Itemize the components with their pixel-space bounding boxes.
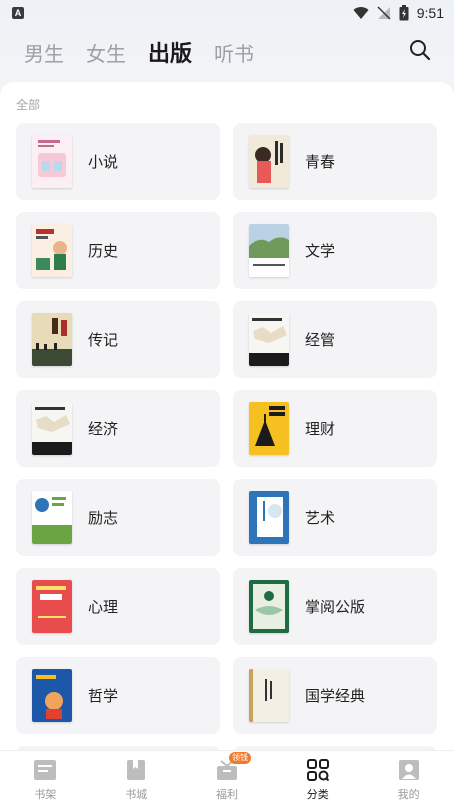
nav-profile[interactable]: 我的: [369, 758, 449, 802]
book-cover-image: [32, 313, 72, 366]
clock: 9:51: [416, 5, 444, 21]
book-cover-image: [249, 313, 289, 366]
bookstore-icon: [125, 758, 147, 782]
category-card-chinese-classics[interactable]: 国学经典: [233, 657, 437, 734]
book-cover-image: [249, 491, 289, 544]
book-cover-image: [249, 135, 289, 188]
nav-label: 分类: [306, 787, 329, 801]
category-grid: 小说 青春 历史 文学 传记 经管 经济 理财 励志 艺术 心理 掌阅公版 哲学…: [16, 123, 437, 750]
category-label: 青春: [305, 153, 336, 171]
category-card-economics[interactable]: 经济: [16, 390, 220, 467]
nav-bookstore[interactable]: 书城: [96, 758, 176, 802]
nav-category[interactable]: 分类: [278, 758, 358, 802]
welfare-badge: 领钱: [228, 751, 251, 764]
profile-icon: [398, 758, 420, 782]
category-card-inspiration[interactable]: 励志: [16, 479, 220, 556]
book-cover-image: [32, 135, 72, 188]
nav-label: 福利: [215, 787, 238, 801]
category-label: 励志: [88, 509, 119, 527]
category-card-biography[interactable]: 传记: [16, 301, 220, 378]
book-cover-image: [249, 580, 289, 633]
book-cover-image: [32, 402, 72, 455]
bottom-navigation: 书架 书城 领钱 福利 分类 我的: [0, 750, 454, 808]
category-panel: 全部 小说 青春 历史 文学 传记 经管 经济 理财 励志 艺术 心理 掌阅公版…: [0, 82, 454, 750]
search-icon: [409, 39, 431, 65]
category-label: 历史: [88, 242, 119, 260]
category-label: 小说: [88, 153, 119, 171]
nav-label: 书城: [125, 787, 148, 801]
no-signal-icon: [377, 6, 391, 20]
category-card-management[interactable]: 经管: [233, 301, 437, 378]
category-label: 心理: [88, 598, 119, 616]
category-card-youth[interactable]: 青春: [233, 123, 437, 200]
book-cover-image: [32, 669, 72, 722]
book-cover-image: [32, 580, 72, 633]
category-card-art[interactable]: 艺术: [233, 479, 437, 556]
wifi-icon: [353, 6, 369, 20]
status-bar: A 9:51: [0, 0, 454, 26]
category-label: 哲学: [88, 687, 119, 705]
category-label: 国学经典: [305, 687, 366, 705]
nav-welfare[interactable]: 领钱 福利: [187, 751, 267, 802]
category-card-philosophy[interactable]: 哲学: [16, 657, 220, 734]
tab-publish[interactable]: 出版: [148, 36, 192, 68]
app-notification-icon: A: [12, 7, 24, 19]
nav-bookshelf[interactable]: 书架: [5, 758, 85, 802]
category-label: 理财: [305, 420, 336, 438]
book-cover-image: [32, 491, 72, 544]
category-label: 文学: [305, 242, 336, 260]
category-card-finance[interactable]: 理财: [233, 390, 437, 467]
channel-tabs: 男生 女生 出版 听书: [0, 30, 454, 74]
book-cover-image: [32, 224, 72, 277]
nav-label: 我的: [397, 787, 420, 801]
battery-icon: [399, 5, 409, 21]
category-label: 艺术: [305, 509, 336, 527]
tab-audiobook[interactable]: 听书: [214, 38, 254, 67]
book-cover-image: [249, 224, 289, 277]
book-cover-image: [249, 669, 289, 722]
category-card-psychology[interactable]: 心理: [16, 568, 220, 645]
category-card-history[interactable]: 历史: [16, 212, 220, 289]
nav-label: 书架: [34, 787, 57, 801]
category-icon: [306, 758, 329, 782]
search-button[interactable]: [406, 38, 434, 66]
tab-male[interactable]: 男生: [24, 38, 64, 67]
category-card-novel[interactable]: 小说: [16, 123, 220, 200]
category-label: 经济: [88, 420, 119, 438]
category-label: 经管: [305, 331, 336, 349]
category-card-public-domain[interactable]: 掌阅公版: [233, 568, 437, 645]
category-card-literature[interactable]: 文学: [233, 212, 437, 289]
book-cover-image: [249, 402, 289, 455]
bookshelf-icon: [33, 758, 57, 782]
tab-female[interactable]: 女生: [86, 38, 126, 67]
category-label: 掌阅公版: [305, 598, 366, 616]
section-title: 全部: [16, 98, 41, 112]
category-label: 传记: [88, 331, 119, 349]
